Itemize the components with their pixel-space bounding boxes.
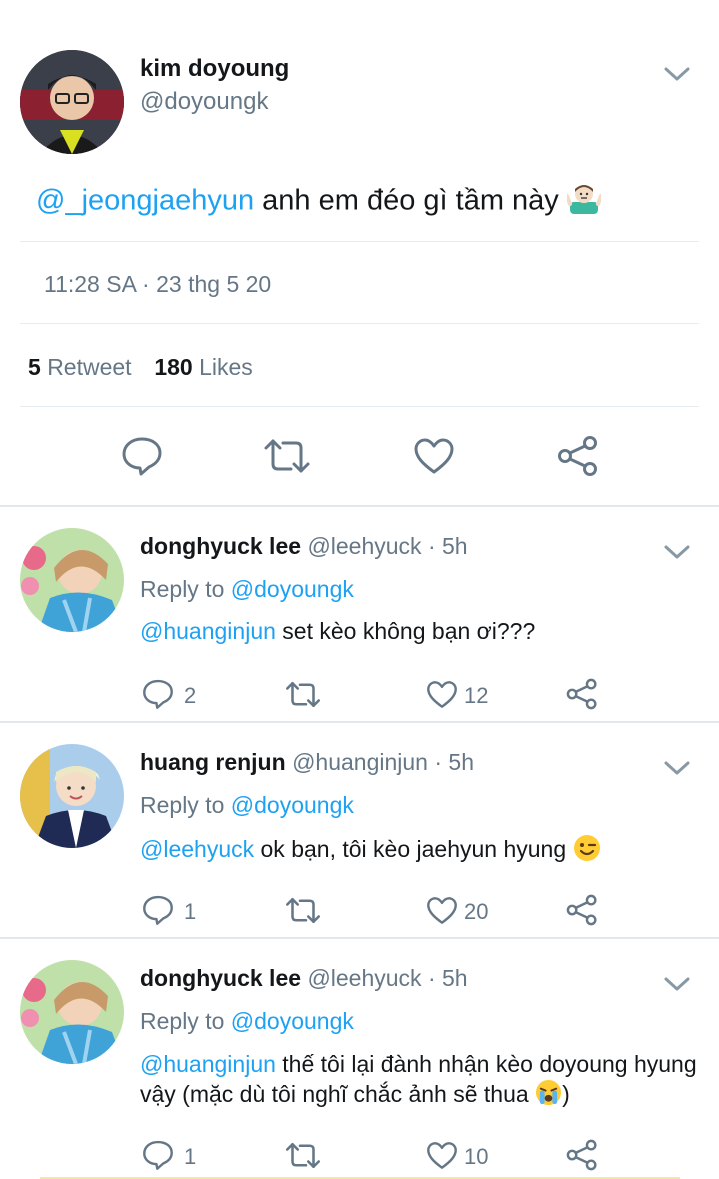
reply-icon[interactable] bbox=[142, 678, 174, 710]
tweet-text: @_jeongjaehyun anh em đéo gì tầm này bbox=[36, 182, 603, 222]
share-icon[interactable] bbox=[557, 436, 599, 476]
reply-author-handle[interactable]: @leehyuck bbox=[307, 965, 421, 991]
like-count: 10 bbox=[464, 1144, 489, 1169]
retweet-icon[interactable] bbox=[285, 1141, 321, 1170]
reply-avatar-image bbox=[20, 960, 124, 1064]
reply-avatar-image bbox=[20, 744, 124, 848]
likes-label: Likes bbox=[199, 354, 253, 380]
author-avatar[interactable] bbox=[20, 50, 124, 154]
shrug-emoji bbox=[564, 182, 603, 222]
section-separator bbox=[0, 937, 719, 939]
reply-header: huang renjun @huanginjun · 5h bbox=[140, 749, 474, 776]
section-separator bbox=[0, 721, 719, 723]
author-handle[interactable]: @doyoungk bbox=[140, 88, 268, 116]
retweet-icon[interactable] bbox=[263, 437, 311, 475]
tweet-dot: · bbox=[142, 271, 150, 297]
tweet-timestamp: 11:28 SA · 23 thg 5 20 bbox=[44, 271, 271, 298]
reply-icon[interactable] bbox=[142, 1139, 174, 1171]
section-separator bbox=[0, 505, 719, 507]
retweets-label: Retweet bbox=[47, 354, 132, 380]
likes-stat[interactable]: 180 Likes bbox=[154, 354, 252, 380]
reply-author-handle[interactable]: @leehyuck bbox=[307, 533, 421, 559]
reply-to-handle[interactable]: @doyoungk bbox=[231, 792, 354, 818]
author-name[interactable]: kim doyoung bbox=[140, 55, 289, 83]
tweet-stats: 5 Retweet 180 Likes bbox=[28, 354, 253, 381]
reply-icon[interactable] bbox=[142, 894, 174, 926]
divider bbox=[20, 323, 699, 324]
reply-body: set kèo không bạn ơi??? bbox=[275, 618, 536, 644]
reply-mention[interactable]: @huanginjun bbox=[140, 1051, 276, 1077]
reply-author-name[interactable]: donghyuck lee bbox=[140, 533, 301, 559]
divider bbox=[20, 241, 699, 242]
reply-count: 2 bbox=[184, 683, 197, 708]
like-icon[interactable] bbox=[426, 896, 458, 925]
reply-to-handle[interactable]: @doyoungk bbox=[231, 576, 354, 602]
reply-author-name[interactable]: donghyuck lee bbox=[140, 965, 301, 991]
likes-count: 180 bbox=[154, 354, 193, 380]
author-avatar-image bbox=[20, 50, 124, 154]
chevron-down-icon[interactable] bbox=[664, 544, 690, 560]
share-icon[interactable] bbox=[566, 678, 598, 710]
reply-count: 1 bbox=[184, 899, 197, 924]
chevron-down-icon[interactable] bbox=[664, 976, 690, 992]
like-icon[interactable] bbox=[426, 1141, 458, 1170]
reply-to-handle[interactable]: @doyoungk bbox=[231, 1008, 354, 1034]
reply-to-label: Reply to bbox=[140, 1008, 225, 1034]
like-count: 20 bbox=[464, 899, 489, 924]
reply-time: · 5h bbox=[434, 749, 474, 775]
tweet-time: 11:28 SA bbox=[44, 271, 136, 297]
reply-avatar[interactable] bbox=[20, 528, 124, 632]
reply-header: donghyuck lee @leehyuck · 5h bbox=[140, 533, 468, 560]
reply-to-label: Reply to bbox=[140, 576, 225, 602]
reply-header: donghyuck lee @leehyuck · 5h bbox=[140, 965, 468, 992]
like-count: 12 bbox=[464, 683, 489, 708]
wink-emoji bbox=[573, 834, 601, 868]
reply-to-line: Reply to @doyoungk bbox=[140, 1008, 354, 1035]
reply-time: · 5h bbox=[427, 533, 468, 559]
reply-to-line: Reply to @doyoungk bbox=[140, 792, 354, 819]
reply-body-end: ) bbox=[562, 1081, 570, 1108]
reply-author-handle[interactable]: @huanginjun bbox=[292, 749, 428, 775]
reply-body: ok bạn, tôi kèo jaehyun hyung bbox=[254, 836, 573, 863]
reply-mention[interactable]: @leehyuck bbox=[140, 836, 254, 862]
share-icon[interactable] bbox=[566, 894, 598, 926]
reply-avatar[interactable] bbox=[20, 744, 124, 848]
retweets-count: 5 bbox=[28, 354, 41, 380]
chevron-down-icon[interactable] bbox=[664, 760, 690, 776]
retweet-icon[interactable] bbox=[285, 680, 321, 709]
reply-avatar-image bbox=[20, 528, 124, 632]
reply-to-label: Reply to bbox=[140, 792, 225, 818]
reply-time: · 5h bbox=[427, 965, 468, 991]
reply-icon[interactable] bbox=[121, 436, 163, 476]
reply-author-name[interactable]: huang renjun bbox=[140, 749, 286, 775]
reply-text: @leehyuck ok bạn, tôi kèo jaehyun hyung bbox=[140, 834, 601, 868]
like-icon[interactable] bbox=[413, 437, 455, 475]
reply-to-line: Reply to @doyoungk bbox=[140, 576, 354, 603]
divider bbox=[20, 406, 699, 407]
reply-text: @huanginjun thế tôi lại đành nhận kèo do… bbox=[140, 1049, 700, 1113]
tweet-body: anh em đéo gì tầm này bbox=[254, 184, 567, 217]
share-icon[interactable] bbox=[566, 1139, 598, 1171]
reply-text: @huanginjun set kèo không bạn ơi??? bbox=[140, 618, 535, 645]
tweet-date: 23 thg 5 20 bbox=[156, 271, 272, 297]
crying-emoji bbox=[535, 1079, 562, 1113]
reply-count: 1 bbox=[184, 1144, 197, 1169]
tweet-mention[interactable]: @_jeongjaehyun bbox=[36, 185, 254, 217]
chevron-down-icon[interactable] bbox=[664, 66, 690, 82]
like-icon[interactable] bbox=[426, 680, 458, 709]
reply-mention[interactable]: @huanginjun bbox=[140, 618, 276, 644]
reply-avatar[interactable] bbox=[20, 960, 124, 1064]
retweets-stat[interactable]: 5 Retweet bbox=[28, 354, 132, 380]
retweet-icon[interactable] bbox=[285, 896, 321, 925]
